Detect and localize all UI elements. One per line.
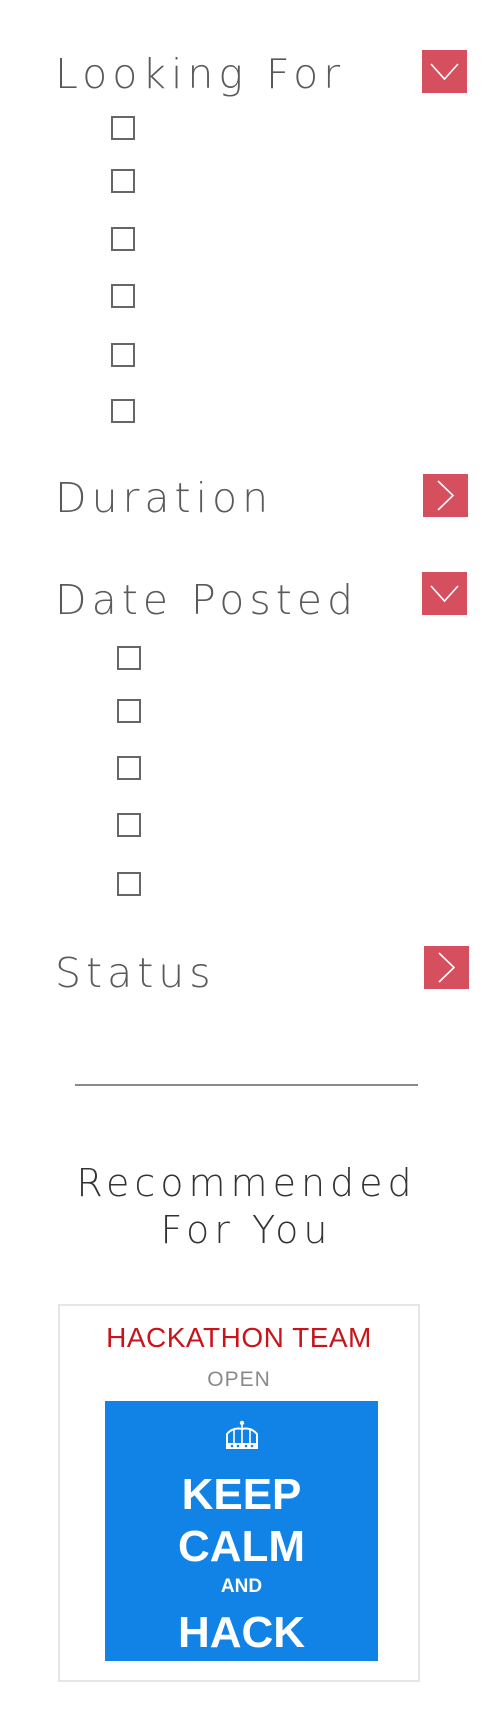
card-status: OPEN: [207, 1368, 271, 1391]
date-posted-checkbox[interactable]: [117, 872, 141, 896]
filter-title-duration: Duration: [55, 474, 274, 522]
card-title: HACKATHON TEAM: [106, 1322, 372, 1353]
date-posted-toggle[interactable]: [422, 572, 467, 615]
looking-for-checkbox[interactable]: [111, 169, 135, 193]
looking-for-toggle[interactable]: [422, 50, 467, 93]
chevron-right-icon: [438, 952, 456, 983]
date-posted-checkbox[interactable]: [117, 813, 141, 837]
status-toggle[interactable]: [424, 946, 469, 989]
poster-line-calm: CALM: [177, 1522, 306, 1571]
chevron-down-icon: [430, 63, 459, 81]
section-divider: [75, 1084, 418, 1086]
chevron-right-icon: [437, 480, 455, 511]
chevron-down-icon: [430, 585, 459, 603]
card-poster-image: KEEP CALM AND HACK: [105, 1401, 378, 1661]
looking-for-checkbox[interactable]: [111, 284, 135, 308]
looking-for-checkbox[interactable]: [111, 116, 135, 140]
looking-for-checkbox[interactable]: [111, 399, 135, 423]
recommended-card[interactable]: HACKATHON TEAM OPEN KEEP CALM AND HACK: [58, 1304, 420, 1682]
filter-title-status: Status: [55, 949, 216, 997]
poster-line-keep: KEEP: [181, 1470, 302, 1519]
looking-for-checkbox[interactable]: [111, 227, 135, 251]
looking-for-checkbox[interactable]: [111, 343, 135, 367]
duration-toggle[interactable]: [423, 474, 468, 517]
recommended-heading-line2: For You: [160, 1208, 333, 1252]
crown-icon: [226, 1420, 258, 1449]
poster-line-hack: HACK: [177, 1608, 306, 1657]
date-posted-checkbox[interactable]: [117, 699, 141, 723]
date-posted-checkbox[interactable]: [117, 646, 141, 670]
recommended-heading-line1: Recommended: [76, 1161, 417, 1205]
filter-title-date-posted: Date Posted: [55, 576, 359, 624]
recommended-heading: Recommended For You: [0, 1160, 493, 1254]
poster-line-and: AND: [220, 1576, 263, 1597]
date-posted-checkbox[interactable]: [117, 756, 141, 780]
filter-title-looking-for: Looking For: [55, 50, 346, 98]
